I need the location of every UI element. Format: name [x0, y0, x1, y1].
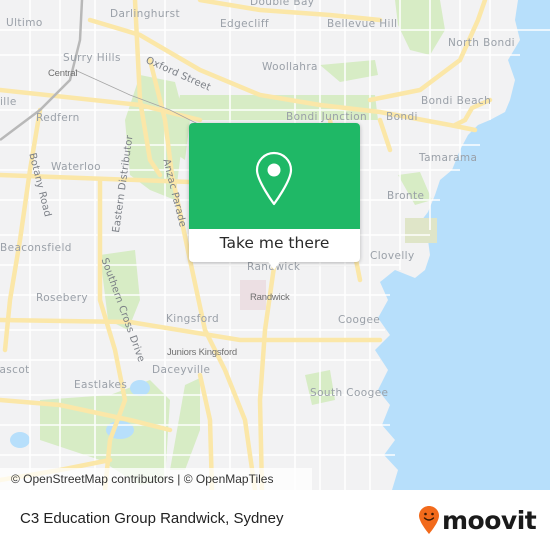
- ocean: [375, 0, 550, 490]
- label-south-coogee: South Coogee: [310, 387, 389, 399]
- label-rosebery: Rosebery: [36, 292, 89, 304]
- popup-header: [189, 123, 360, 229]
- take-me-there-button[interactable]: Take me there: [189, 229, 360, 262]
- label-eastlakes: Eastlakes: [74, 379, 128, 391]
- label-woollahra: Woollahra: [262, 61, 318, 73]
- label-juniors-kingsford: Juniors Kingsford: [167, 347, 237, 358]
- label-north-bondi: North Bondi: [448, 37, 515, 49]
- moovit-logo[interactable]: moovit: [418, 505, 537, 535]
- park-bellevue: [395, 0, 445, 55]
- cemetery-waverley: [405, 218, 437, 243]
- label-ultimo: Ultimo: [6, 17, 43, 29]
- label-redfern: Redfern: [36, 112, 80, 124]
- label-coogee: Coogee: [338, 314, 381, 326]
- label-kingsford: Kingsford: [166, 313, 220, 325]
- moovit-smiley-pin-icon: [419, 506, 439, 534]
- label-bellevue-hill: Bellevue Hill: [327, 18, 398, 30]
- label-bondi: Bondi: [386, 111, 418, 123]
- moovit-wordmark: moovit: [442, 505, 537, 535]
- label-randwick-stop: Randwick: [250, 292, 290, 303]
- label-central: Central: [48, 68, 78, 79]
- location-title: C3 Education Group Randwick, Sydney: [20, 510, 284, 527]
- label-bondi-beach: Bondi Beach: [421, 95, 492, 107]
- label-clovelly: Clovelly: [370, 250, 415, 262]
- label-bondi-junction: Bondi Junction: [286, 111, 368, 123]
- label-surry-hills: Surry Hills: [63, 52, 121, 64]
- label-edgecliff: Edgecliff: [220, 18, 270, 30]
- popup-pointer: [267, 260, 281, 270]
- map-attribution[interactable]: © OpenStreetMap contributors | © OpenMap…: [0, 468, 312, 490]
- map-pin-icon: [255, 151, 293, 206]
- label-darlinghurst: Darlinghurst: [110, 8, 181, 20]
- label-alexandria: Erskineville: [0, 96, 17, 108]
- location-popup[interactable]: Take me there: [189, 123, 360, 270]
- label-tamarama: Tamarama: [419, 152, 478, 164]
- label-daceyville: Daceyville: [152, 364, 211, 376]
- label-bronte: Bronte: [387, 190, 425, 202]
- park-eastlakes: [170, 378, 200, 470]
- label-double-bay: Double Bay: [250, 0, 315, 8]
- label-beaconsfield: Beaconsfield: [0, 242, 72, 254]
- road-botany: [2, 107, 43, 353]
- label-mascot: Mascot: [0, 364, 30, 376]
- label-waterloo: Waterloo: [51, 161, 102, 173]
